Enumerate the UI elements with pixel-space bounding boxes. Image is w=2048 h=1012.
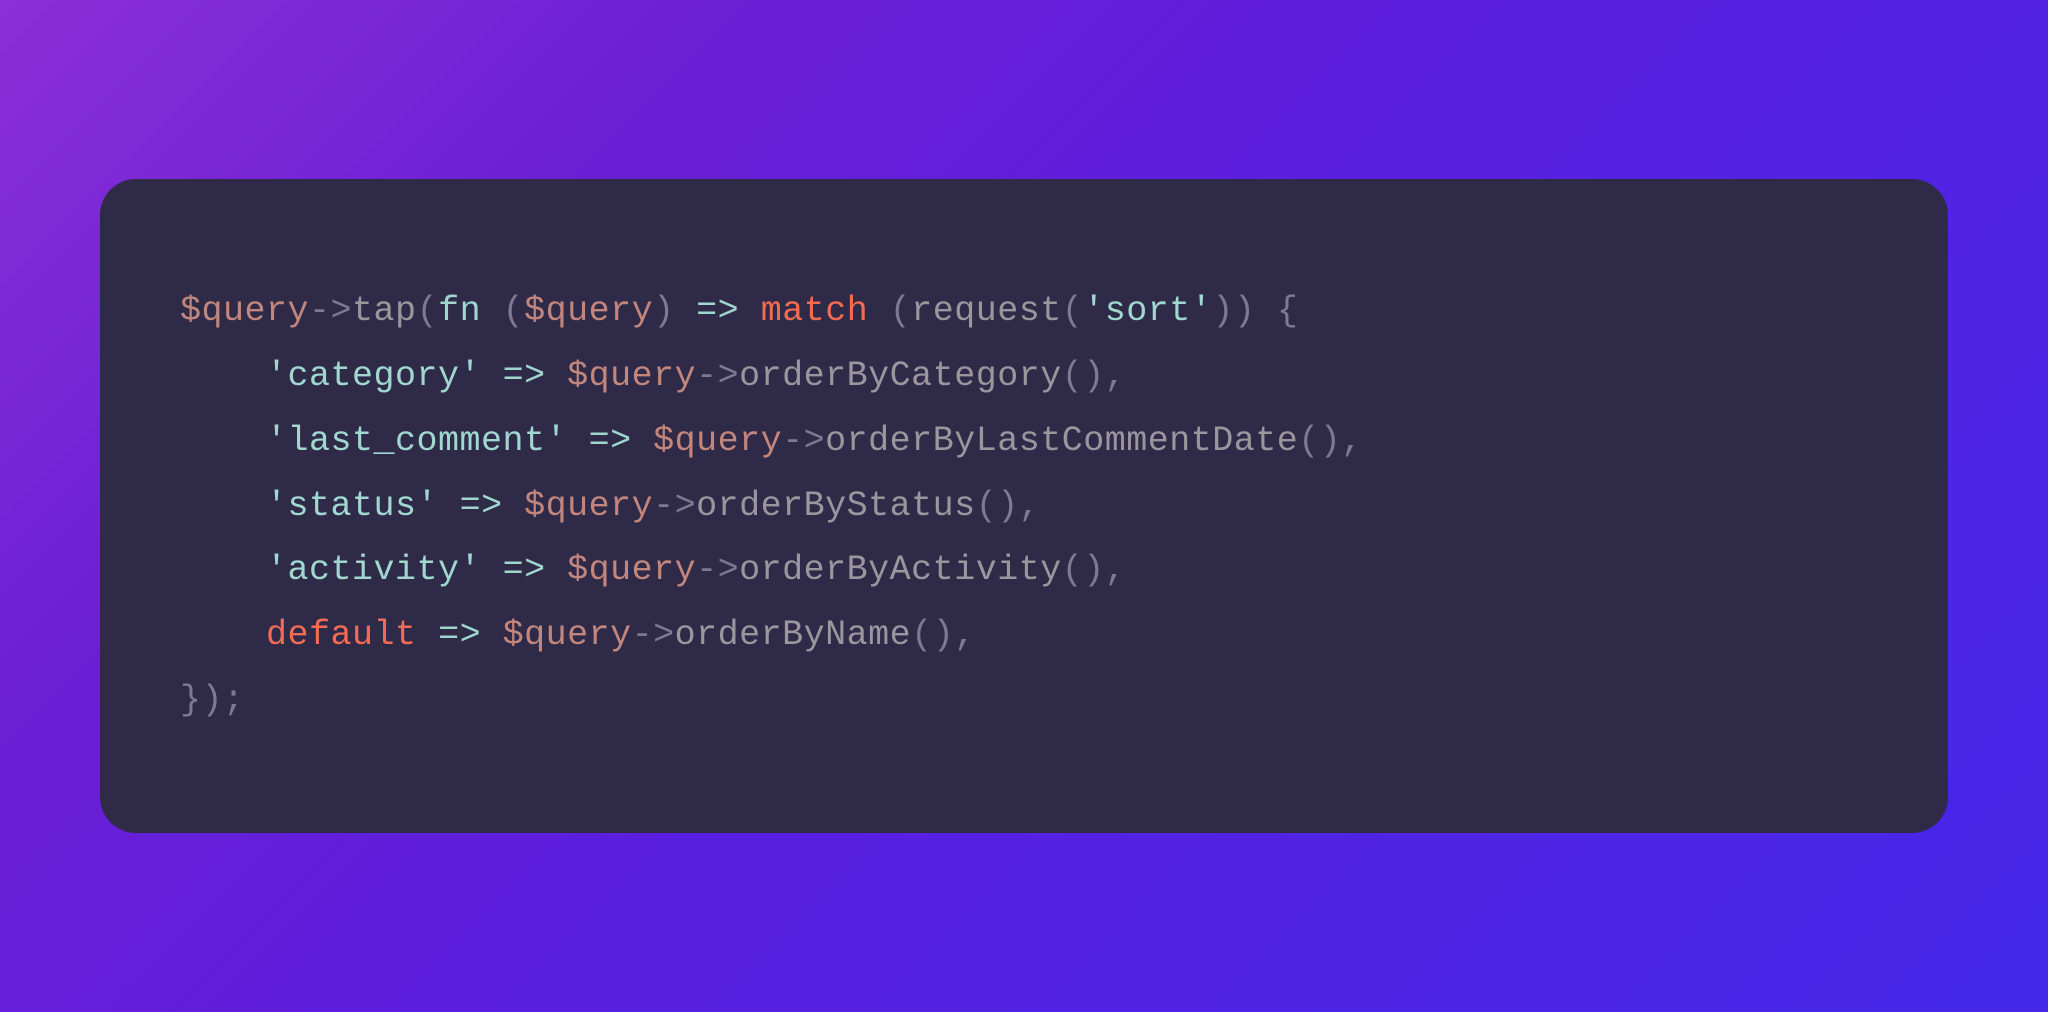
code-token-function: request xyxy=(911,291,1062,331)
code-token-fat-arrow: => xyxy=(589,421,632,461)
code-token-method: orderByActivity xyxy=(739,550,1062,590)
code-token-keyword: match xyxy=(761,291,869,331)
code-token-variable: $query xyxy=(567,356,696,396)
code-token-arrow: -> xyxy=(309,291,352,331)
code-token-variable: $query xyxy=(524,291,653,331)
code-token-punct: ( xyxy=(868,291,911,331)
code-token-indent xyxy=(180,615,266,655)
code-token-variable: $query xyxy=(524,486,653,526)
code-token-punct: }); xyxy=(180,680,245,720)
code-token-space xyxy=(546,550,568,590)
code-snippet-card: $query->tap(fn ($query) => match (reques… xyxy=(100,179,1948,832)
code-token-punct: (), xyxy=(1062,356,1127,396)
code-token-space xyxy=(417,615,439,655)
code-token-punct: ) xyxy=(653,291,696,331)
code-token-fat-arrow: => xyxy=(503,550,546,590)
code-token-punct: (), xyxy=(1062,550,1127,590)
code-token-arrow: -> xyxy=(696,356,739,396)
code-token-space xyxy=(481,550,503,590)
code-token-punct: ( xyxy=(481,291,524,331)
code-token-method: orderByStatus xyxy=(696,486,976,526)
code-token-space xyxy=(438,486,460,526)
code-block: $query->tap(fn ($query) => match (reques… xyxy=(180,279,1868,732)
code-token-space xyxy=(739,291,761,331)
code-token-punct: (), xyxy=(1298,421,1363,461)
code-token-punct: )) { xyxy=(1212,291,1298,331)
code-token-punct: ( xyxy=(1062,291,1084,331)
code-token-method: orderByName xyxy=(675,615,912,655)
code-token-string: 'category' xyxy=(266,356,481,396)
code-token-space xyxy=(632,421,654,461)
code-token-variable: $query xyxy=(180,291,309,331)
code-token-arrow: -> xyxy=(696,550,739,590)
code-token-indent xyxy=(180,421,266,461)
code-token-string: 'activity' xyxy=(266,550,481,590)
code-token-variable: $query xyxy=(653,421,782,461)
code-token-method: tap xyxy=(352,291,417,331)
code-token-variable: $query xyxy=(503,615,632,655)
code-token-arrow: -> xyxy=(653,486,696,526)
code-token-punct: ( xyxy=(417,291,439,331)
code-token-string: 'last_comment' xyxy=(266,421,567,461)
code-token-method: orderByLastCommentDate xyxy=(825,421,1298,461)
code-token-keyword: default xyxy=(266,615,417,655)
code-token-indent xyxy=(180,486,266,526)
code-token-method: orderByCategory xyxy=(739,356,1062,396)
code-token-fat-arrow: => xyxy=(503,356,546,396)
code-token-string: 'sort' xyxy=(1083,291,1212,331)
code-token-punct: (), xyxy=(976,486,1041,526)
code-token-space xyxy=(481,356,503,396)
code-token-indent xyxy=(180,550,266,590)
code-token-fat-arrow: => xyxy=(696,291,739,331)
code-token-arrow: -> xyxy=(782,421,825,461)
code-token-space xyxy=(567,421,589,461)
code-token-space xyxy=(481,615,503,655)
code-token-indent xyxy=(180,356,266,396)
code-token-space xyxy=(546,356,568,396)
code-token-punct: (), xyxy=(911,615,976,655)
code-token-space xyxy=(503,486,525,526)
code-token-fat-arrow: => xyxy=(438,615,481,655)
code-token-keyword: fn xyxy=(438,291,481,331)
code-token-fat-arrow: => xyxy=(460,486,503,526)
code-token-variable: $query xyxy=(567,550,696,590)
code-token-string: 'status' xyxy=(266,486,438,526)
code-token-arrow: -> xyxy=(632,615,675,655)
